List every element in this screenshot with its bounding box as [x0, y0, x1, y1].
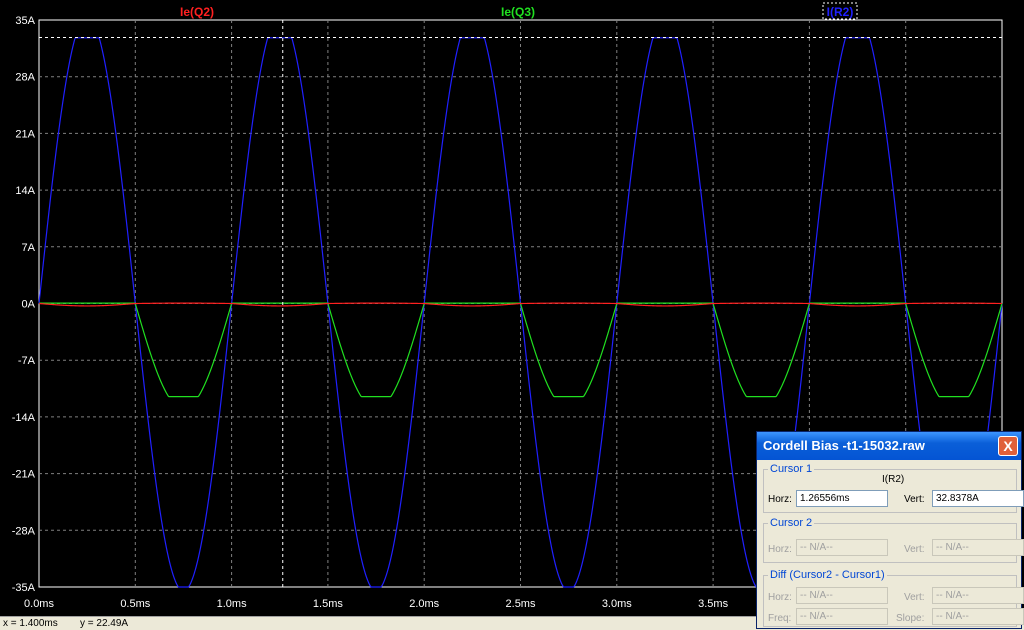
y-tick-label: 28A — [15, 72, 35, 84]
y-tick-label: 21A — [15, 128, 35, 140]
diff-slope-label: Slope: — [896, 613, 925, 624]
cursor2-group: Cursor 2 Horz: -- N/A-- Vert: -- N/A-- — [763, 517, 1024, 563]
x-tick-label: 0.0ms — [24, 598, 54, 610]
dialog-titlebar[interactable]: Cordell Bias -t1-15032.raw X — [757, 432, 1021, 460]
diff-vert-label: Vert: — [904, 592, 925, 603]
y-tick-label: 35A — [15, 15, 35, 27]
y-tick-label: 0A — [22, 299, 36, 311]
cursor1-vert-field[interactable]: 32.8378A — [932, 490, 1024, 507]
cursor2-vert-label: Vert: — [904, 544, 925, 555]
cursor2-vert-field: -- N/A-- — [932, 539, 1024, 556]
y-tick-label: -35A — [12, 582, 36, 594]
trace-label: Ie(Q2) — [180, 5, 214, 19]
diff-group: Diff (Cursor2 - Cursor1) Horz: -- N/A-- … — [763, 569, 1024, 627]
y-readout: y = 22.49A — [80, 618, 129, 629]
cursor2-horz-field: -- N/A-- — [796, 539, 888, 556]
cursor1-vert-label: Vert: — [904, 494, 925, 505]
y-tick-label: -21A — [12, 469, 36, 481]
x-tick-label: 3.5ms — [698, 598, 728, 610]
y-tick-label: -14A — [12, 412, 36, 424]
trace-label: I(R2) — [827, 5, 854, 19]
x-tick-label: 1.5ms — [313, 598, 343, 610]
cursor2-group-title: Cursor 2 — [768, 517, 815, 529]
x-tick-label: 2.0ms — [409, 598, 439, 610]
cursor1-horz-label: Horz: — [768, 494, 792, 505]
cursor1-horz-field[interactable]: 1.26556ms — [796, 490, 888, 507]
dialog-title: Cordell Bias -t1-15032.raw — [763, 438, 925, 453]
y-tick-label: -28A — [12, 525, 36, 537]
cursor1-trace-name: I(R2) — [882, 474, 905, 485]
diff-horz-label: Horz: — [768, 592, 792, 603]
close-button[interactable]: X — [998, 436, 1018, 456]
diff-horz-field: -- N/A-- — [796, 587, 888, 604]
diff-group-title: Diff (Cursor2 - Cursor1) — [768, 569, 887, 581]
x-tick-label: 0.5ms — [120, 598, 150, 610]
diff-vert-field: -- N/A-- — [932, 587, 1024, 604]
diff-slope-field: -- N/A-- — [932, 608, 1024, 625]
x-tick-label: 2.5ms — [506, 598, 536, 610]
diff-freq-field: -- N/A-- — [796, 608, 888, 625]
diff-freq-label: Freq: — [768, 613, 792, 624]
cursor1-group-title: Cursor 1 — [768, 463, 815, 475]
trace-label: Ie(Q3) — [501, 5, 535, 19]
x-readout: x = 1.400ms — [3, 618, 58, 629]
y-tick-label: 14A — [15, 185, 35, 197]
cursor1-group: Cursor 1 I(R2) Horz: 1.26556ms Vert: 32.… — [763, 463, 1024, 513]
y-tick-label: 7A — [22, 242, 36, 254]
x-tick-label: 1.0ms — [217, 598, 247, 610]
x-tick-label: 3.0ms — [602, 598, 632, 610]
cursor-dialog[interactable]: Cordell Bias -t1-15032.raw X Cursor 1 I(… — [756, 431, 1024, 629]
cursor2-horz-label: Horz: — [768, 544, 792, 555]
y-tick-label: -7A — [18, 355, 36, 367]
